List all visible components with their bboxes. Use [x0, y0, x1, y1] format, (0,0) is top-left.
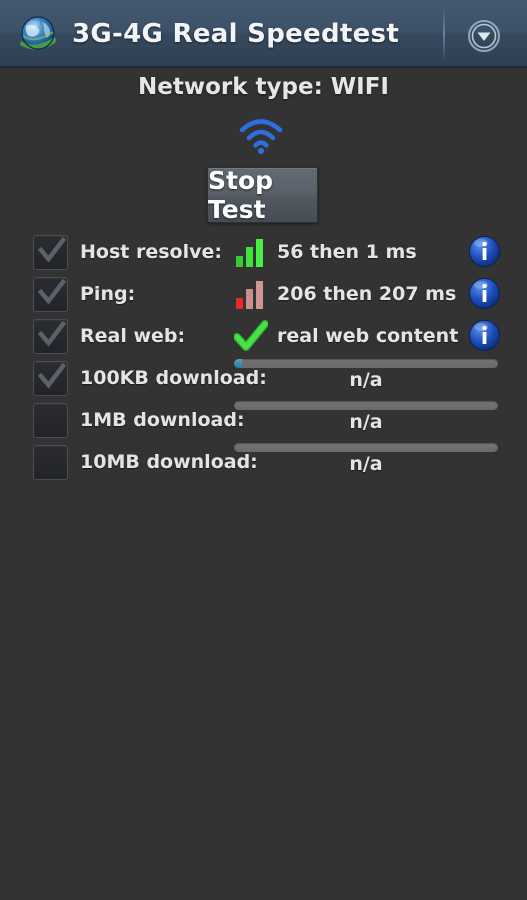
host-resolve-value: 56 then 1 ms — [277, 241, 417, 263]
speedtest-app: 3G-4G Real Speedtest Network type: WIFI … — [0, 0, 527, 900]
download-row: 10MB download: n/a — [0, 441, 527, 483]
download-100kb-checkbox[interactable] — [33, 361, 68, 396]
test-row: Ping: 206 then 207 ms — [0, 273, 527, 315]
progress-fill — [234, 359, 242, 368]
info-icon[interactable] — [468, 235, 501, 268]
download-10mb-progressbar[interactable] — [234, 443, 498, 452]
real-web-label: Real web: — [80, 325, 186, 347]
download-1mb-progressbar[interactable] — [234, 401, 498, 410]
network-type-label: Network type: WIFI — [138, 74, 389, 100]
ping-checkbox[interactable] — [33, 277, 68, 312]
wifi-icon — [238, 116, 284, 156]
signal-bars-green-icon — [234, 236, 268, 268]
download-100kb-progressbar[interactable] — [234, 359, 498, 368]
download-10mb-status: n/a — [349, 453, 383, 475]
globe-icon — [17, 14, 59, 54]
host-resolve-label: Host resolve: — [80, 241, 222, 263]
download-1mb-checkbox[interactable] — [33, 403, 68, 438]
title-bar: 3G-4G Real Speedtest — [0, 0, 527, 68]
test-results-list: Host resolve: 56 then 1 ms Ping: 206 the… — [0, 231, 527, 483]
app-title: 3G-4G Real Speedtest — [72, 19, 400, 49]
info-icon[interactable] — [468, 277, 501, 310]
download-1mb-status: n/a — [349, 411, 383, 433]
download-row: 100KB download: n/a — [0, 357, 527, 399]
host-resolve-checkbox[interactable] — [33, 235, 68, 270]
real-web-value: real web content — [277, 325, 459, 347]
stop-test-button[interactable]: Stop Test — [207, 166, 318, 224]
info-icon[interactable] — [468, 319, 501, 352]
test-row: Real web: real web content — [0, 315, 527, 357]
real-web-checkbox[interactable] — [33, 319, 68, 354]
titlebar-divider — [443, 9, 445, 59]
signal-bars-red-icon — [234, 278, 268, 310]
chevron-down-circle-icon[interactable] — [466, 18, 502, 54]
test-row: Host resolve: 56 then 1 ms — [0, 231, 527, 273]
ping-value: 206 then 207 ms — [277, 283, 457, 305]
download-1mb-label: 1MB download: — [80, 409, 245, 431]
download-row: 1MB download: n/a — [0, 399, 527, 441]
download-10mb-label: 10MB download: — [80, 451, 258, 473]
ping-label: Ping: — [80, 283, 136, 305]
download-10mb-checkbox[interactable] — [33, 445, 68, 480]
download-100kb-status: n/a — [349, 369, 383, 391]
green-check-icon — [233, 320, 269, 352]
